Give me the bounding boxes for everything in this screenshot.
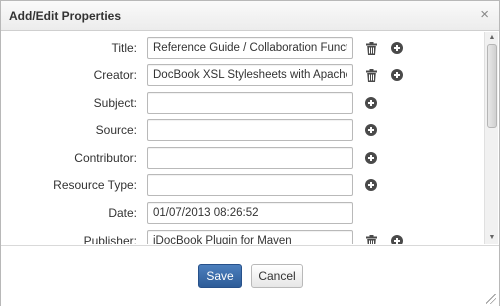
- plus-circle-icon[interactable]: [390, 41, 404, 55]
- resource-type-label: Resource Type:: [53, 178, 137, 192]
- trash-icon[interactable]: [364, 68, 378, 82]
- subject-label: Subject:: [93, 96, 137, 110]
- plus-circle-icon[interactable]: [364, 151, 378, 165]
- scrollbar-thumb[interactable]: [487, 44, 497, 128]
- plus-circle-icon[interactable]: [364, 178, 378, 192]
- creator-input[interactable]: [147, 64, 353, 86]
- plus-circle-icon[interactable]: [364, 123, 378, 137]
- cancel-button[interactable]: Cancel: [251, 264, 303, 288]
- vertical-scrollbar[interactable]: ▲ ▼: [484, 32, 498, 244]
- plus-circle-icon[interactable]: [390, 68, 404, 82]
- save-button[interactable]: Save: [198, 264, 242, 288]
- title-label: Title:: [111, 41, 137, 55]
- contributor-label: Contributor:: [74, 151, 137, 165]
- property-row-creator: Creator:: [1, 64, 483, 86]
- property-row-contributor: Contributor:: [1, 147, 483, 169]
- date-label: Date:: [108, 206, 137, 220]
- plus-circle-icon[interactable]: [364, 96, 378, 110]
- trash-icon[interactable]: [364, 41, 378, 55]
- property-row-publisher: Publisher:: [1, 230, 483, 244]
- contributor-input[interactable]: [147, 147, 353, 169]
- subject-input[interactable]: [147, 92, 353, 114]
- title-input[interactable]: [147, 37, 353, 59]
- publisher-input[interactable]: [147, 230, 353, 244]
- dialog-title: Add/Edit Properties: [9, 9, 122, 23]
- resize-grip-icon[interactable]: [486, 294, 496, 304]
- publisher-label: Publisher:: [83, 234, 137, 244]
- scroll-up-icon[interactable]: ▲: [485, 32, 499, 44]
- add-edit-properties-dialog: Add/Edit Properties × Title: Creator: Su…: [0, 0, 500, 307]
- properties-form: Title: Creator: Subject: Source:: [1, 32, 483, 244]
- source-label: Source:: [95, 123, 137, 137]
- scroll-down-icon[interactable]: ▼: [485, 232, 499, 244]
- dialog-titlebar[interactable]: Add/Edit Properties ×: [1, 1, 499, 31]
- property-row-source: Source:: [1, 119, 483, 141]
- property-row-subject: Subject:: [1, 92, 483, 114]
- close-icon[interactable]: ×: [480, 7, 489, 23]
- creator-label: Creator:: [93, 68, 137, 82]
- property-row-resource-type: Resource Type:: [1, 174, 483, 196]
- plus-circle-icon[interactable]: [390, 234, 404, 244]
- source-input[interactable]: [147, 119, 353, 141]
- property-row-title: Title:: [1, 37, 483, 59]
- dialog-footer: Save Cancel: [1, 245, 499, 307]
- property-row-date: Date:: [1, 202, 483, 224]
- trash-icon[interactable]: [364, 234, 378, 244]
- resource-type-input[interactable]: [147, 174, 353, 196]
- date-input[interactable]: [147, 202, 353, 224]
